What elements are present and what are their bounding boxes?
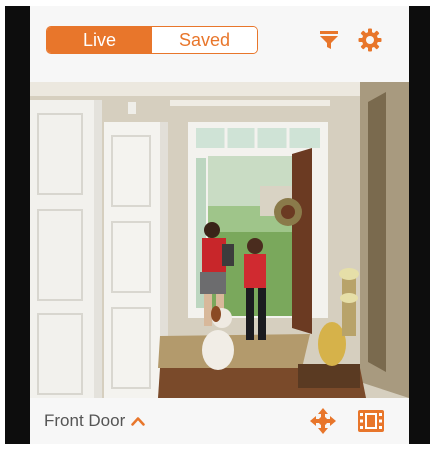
camera-live-view[interactable]	[30, 82, 409, 398]
camera-name-label: Front Door	[44, 411, 126, 430]
bottom-bar: Front Door	[30, 398, 409, 444]
saved-clips-button[interactable]	[357, 408, 385, 434]
camera-selector[interactable]: Front Door	[44, 410, 145, 432]
settings-button[interactable]	[358, 27, 382, 53]
view-mode-toggle: Live Saved	[46, 26, 258, 54]
device-bezel-left	[5, 6, 30, 444]
chevron-up-icon	[131, 417, 145, 426]
tab-live[interactable]: Live	[47, 27, 152, 53]
device-frame: Live Saved Front Door	[0, 0, 433, 450]
film-strip-icon	[358, 410, 384, 432]
pan-tilt-button[interactable]	[309, 407, 337, 435]
app-screen: Live Saved Front Door	[30, 6, 409, 444]
camera-image	[30, 82, 409, 398]
device-bezel-right	[409, 6, 430, 444]
gear-icon	[358, 28, 382, 52]
top-bar: Live Saved	[30, 6, 409, 82]
tab-saved[interactable]: Saved	[152, 27, 257, 53]
filter-button[interactable]	[318, 28, 340, 52]
pan-tilt-arrows-icon	[310, 408, 336, 434]
filter-icon	[320, 31, 338, 49]
